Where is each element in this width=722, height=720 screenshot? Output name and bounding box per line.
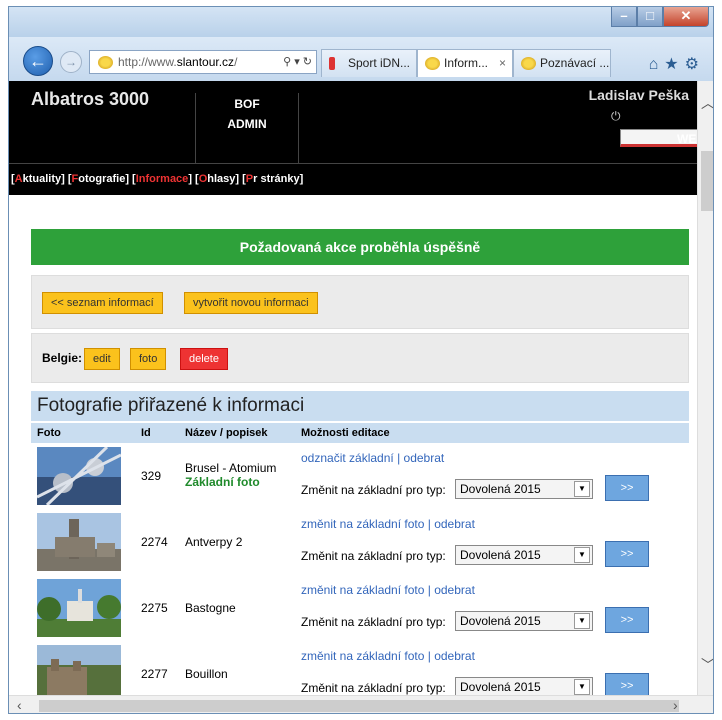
- row-id: 2275: [141, 601, 168, 615]
- photo-thumbnail[interactable]: [37, 579, 121, 637]
- row-id: 329: [141, 469, 162, 483]
- change-label: Změnit na základní pro typ:: [301, 615, 446, 629]
- chevron-down-icon[interactable]: ▼: [574, 481, 590, 497]
- scroll-right-icon[interactable]: ›: [673, 697, 678, 713]
- change-label: Změnit na základní pro typ:: [301, 549, 446, 563]
- tab-favicon-icon: [329, 57, 335, 70]
- scroll-thumb[interactable]: [701, 151, 713, 211]
- change-label: Změnit na základní pro typ:: [301, 483, 446, 497]
- set-main-link[interactable]: změnit na základní foto: [301, 517, 424, 531]
- back-to-list-button[interactable]: << seznam informací: [42, 292, 163, 314]
- set-main-link[interactable]: změnit na základní foto: [301, 649, 424, 663]
- row-name: Bouillon: [185, 667, 228, 681]
- table-row: 2275 Bastogne změnit na základní foto | …: [31, 577, 689, 643]
- photo-thumbnail[interactable]: [37, 513, 121, 571]
- col-name: Název / popisek: [185, 427, 268, 439]
- edit-button[interactable]: edit: [84, 348, 120, 370]
- remove-link[interactable]: odebrat: [434, 649, 475, 663]
- row-actions: odznačit základní | odebrat: [301, 451, 445, 465]
- tab-poznavaci[interactable]: Poznávací ...: [513, 49, 611, 77]
- submit-button[interactable]: >>: [605, 607, 649, 633]
- remove-link[interactable]: odebrat: [434, 517, 475, 531]
- chevron-down-icon[interactable]: ▼: [574, 613, 590, 629]
- delete-button[interactable]: delete: [180, 348, 228, 370]
- app-header: Albatros 3000 BOF WEB ADMIN Ladislav Peš…: [9, 81, 697, 163]
- type-select[interactable]: Dovolená 2015 ▼: [455, 611, 593, 631]
- photo-thumbnail[interactable]: [37, 447, 121, 505]
- back-button[interactable]: ←: [23, 46, 53, 76]
- tab-informace[interactable]: Inform... ×: [417, 49, 513, 77]
- chevron-down-icon[interactable]: ▼: [574, 547, 590, 563]
- close-window-button[interactable]: ✕: [663, 7, 709, 27]
- type-select[interactable]: Dovolená 2015 ▼: [455, 479, 593, 499]
- page-content: Albatros 3000 BOF WEB ADMIN Ladislav Peš…: [9, 81, 697, 695]
- action-panel: << seznam informací vytvořit novou infor…: [31, 275, 689, 329]
- horizontal-scrollbar[interactable]: ‹ ›: [9, 695, 713, 713]
- foto-button[interactable]: foto: [130, 348, 167, 370]
- table-row: 329 Brusel - Atomium Základní foto odzna…: [31, 445, 689, 511]
- remove-link[interactable]: odebrat: [404, 451, 445, 465]
- browser-window: – □ ✕ ← → http://www.slantour.cz/ ⚲ ▾ ↻ …: [8, 6, 714, 714]
- item-panel: Belgie: edit foto delete: [31, 333, 689, 383]
- col-foto: Foto: [37, 427, 61, 439]
- site-favicon-icon: [98, 56, 113, 69]
- main-photo-badge: Základní foto: [185, 475, 260, 489]
- row-id: 2274: [141, 535, 168, 549]
- submenu-informace[interactable]: nformace: [139, 173, 189, 185]
- item-label: Belgie:: [42, 351, 83, 365]
- submit-button[interactable]: >>: [605, 541, 649, 567]
- submenu-aktuality-initial[interactable]: A: [15, 173, 23, 185]
- forward-button[interactable]: →: [60, 51, 82, 73]
- scroll-up-icon[interactable]: ︿: [701, 93, 713, 113]
- browser-navbar: ← → http://www.slantour.cz/ ⚲ ▾ ↻ Sport …: [9, 37, 713, 81]
- vertical-scrollbar[interactable]: ︿ ﹀: [697, 81, 713, 695]
- row-name: Bastogne: [185, 601, 236, 615]
- tab-favicon-icon: [425, 57, 440, 70]
- scroll-down-icon[interactable]: ﹀: [701, 655, 713, 675]
- maximize-button[interactable]: □: [637, 7, 663, 27]
- tab-favicon-icon: [521, 57, 536, 70]
- app-title: Albatros 3000: [31, 89, 150, 109]
- scroll-left-icon[interactable]: ‹: [17, 697, 22, 713]
- table-header: Foto Id Název / popisek Možnosti editace: [31, 423, 689, 443]
- power-icon[interactable]: ⏻: [611, 109, 621, 124]
- tab-sport-idnes[interactable]: Sport iDN...: [321, 49, 417, 77]
- col-options: Možnosti editace: [301, 427, 390, 439]
- row-id: 2277: [141, 667, 168, 681]
- nav-web[interactable]: WEB: [620, 129, 697, 147]
- row-actions: změnit na základní foto | odebrat: [301, 517, 475, 531]
- scroll-thumb[interactable]: [39, 700, 679, 712]
- type-select[interactable]: Dovolená 2015 ▼: [455, 545, 593, 565]
- minimize-button[interactable]: –: [611, 7, 637, 27]
- address-bar[interactable]: http://www.slantour.cz/ ⚲ ▾ ↻: [89, 50, 317, 74]
- row-name: Brusel - Atomium: [185, 461, 277, 475]
- row-actions: změnit na základní foto | odebrat: [301, 649, 475, 663]
- type-select[interactable]: Dovolená 2015 ▼: [455, 677, 593, 695]
- photo-thumbnail[interactable]: [37, 645, 121, 695]
- sub-menu: [Aktuality] [Fotografie] [Informace] [Oh…: [9, 163, 697, 195]
- table-row: 2274 Antverpy 2 změnit na základní foto …: [31, 511, 689, 577]
- submit-button[interactable]: >>: [605, 475, 649, 501]
- set-main-link[interactable]: změnit na základní foto: [301, 583, 424, 597]
- row-actions: změnit na základní foto | odebrat: [301, 583, 475, 597]
- remove-link[interactable]: odebrat: [434, 583, 475, 597]
- new-info-button[interactable]: vytvořit novou informaci: [184, 292, 318, 314]
- row-name: Antverpy 2: [185, 535, 243, 549]
- home-star-gear-icons[interactable]: ⌂★⚙: [649, 54, 705, 74]
- user-name: Ladislav Peška: [588, 87, 689, 103]
- search-refresh-icon[interactable]: ⚲ ▾ ↻: [283, 51, 312, 73]
- success-banner: Požadovaná akce proběhla úspěšně: [31, 229, 689, 265]
- title-bar: – □ ✕: [9, 7, 713, 37]
- app-nav: BOF WEB ADMIN: [195, 93, 697, 163]
- submit-button[interactable]: >>: [605, 673, 649, 695]
- change-label: Změnit na základní pro typ:: [301, 681, 446, 695]
- tab-close-icon[interactable]: ×: [499, 50, 506, 76]
- chevron-down-icon[interactable]: ▼: [574, 679, 590, 695]
- nav-admin[interactable]: ADMIN: [196, 115, 298, 133]
- table-row: 2277 Bouillon změnit na základní foto | …: [31, 643, 689, 695]
- col-id: Id: [141, 427, 151, 439]
- section-title: Fotografie přiřazené k informaci: [31, 391, 689, 421]
- nav-bof[interactable]: BOF: [196, 95, 298, 113]
- unmark-main-link[interactable]: odznačit základní: [301, 451, 394, 465]
